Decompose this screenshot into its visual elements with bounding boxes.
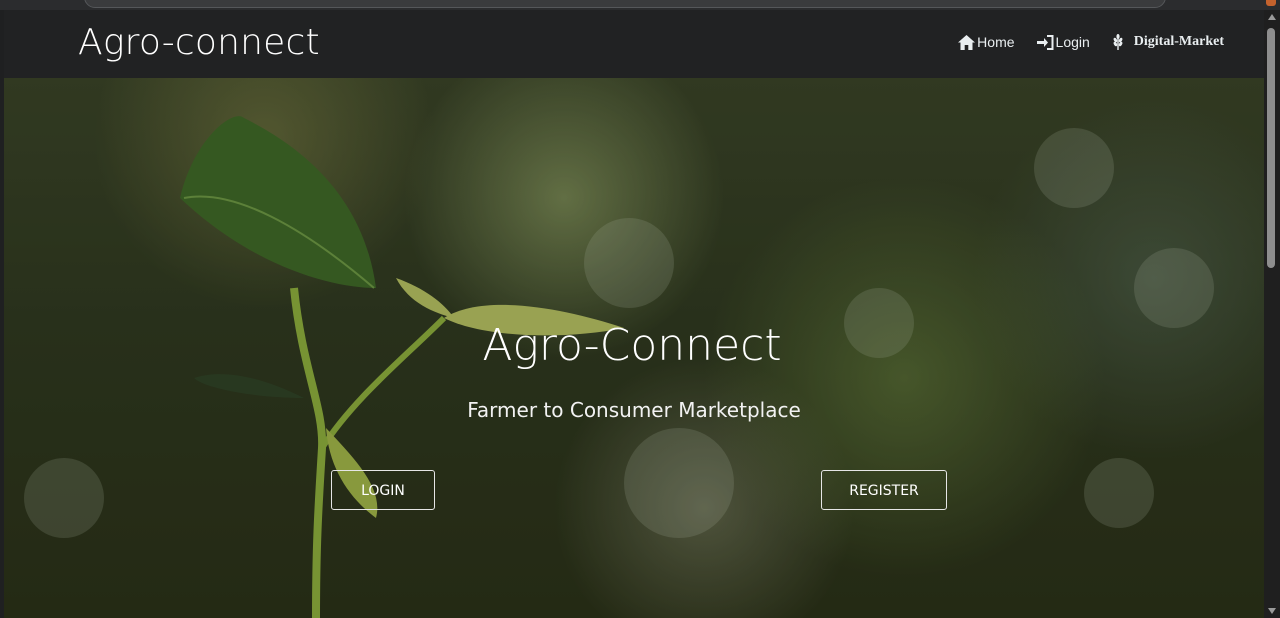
home-icon	[958, 34, 976, 50]
hero-subtitle: Farmer to Consumer Marketplace	[467, 398, 801, 422]
scroll-up-arrow-icon[interactable]	[1268, 14, 1276, 20]
login-icon	[1036, 34, 1054, 50]
navbar: Agro-connect Home Login Digital-Market	[4, 10, 1264, 78]
scrollbar[interactable]	[1264, 10, 1280, 618]
login-button[interactable]: LOGIN	[331, 470, 435, 510]
nav-links: Home Login Digital-Market	[958, 34, 1224, 50]
brand-logo[interactable]: Agro-connect	[78, 22, 320, 63]
wheat-icon	[1112, 34, 1124, 50]
nav-digital-market[interactable]: Digital-Market	[1112, 34, 1224, 50]
register-button[interactable]: REGISTER	[821, 470, 947, 510]
browser-chrome	[0, 0, 1280, 10]
hero-title: Agro-Connect	[482, 320, 782, 371]
scrollbar-thumb[interactable]	[1267, 28, 1275, 268]
nav-login[interactable]: Login	[1036, 34, 1090, 50]
browser-extension-icon[interactable]	[1266, 0, 1276, 6]
hero-section: Agro-Connect Farmer to Consumer Marketpl…	[4, 78, 1264, 618]
nav-login-label: Login	[1055, 34, 1090, 50]
nav-home[interactable]: Home	[958, 34, 1015, 50]
nav-digital-market-label: Digital-Market	[1133, 34, 1224, 49]
page-viewport: Agro-connect Home Login Digital-Market A…	[4, 10, 1264, 618]
nav-home-label: Home	[977, 34, 1015, 50]
address-bar[interactable]	[84, 0, 1166, 8]
scroll-down-arrow-icon[interactable]	[1268, 608, 1276, 614]
